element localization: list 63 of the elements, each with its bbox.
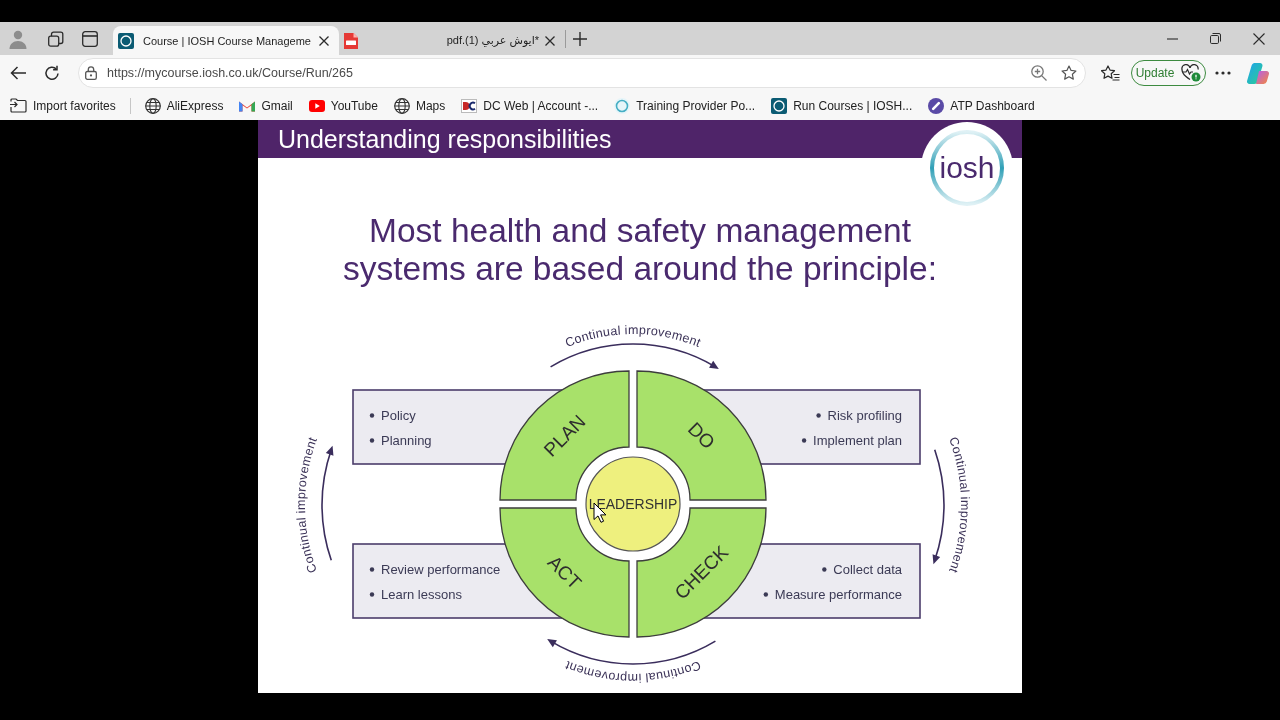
- restore-icon[interactable]: [1210, 33, 1221, 44]
- close-icon[interactable]: [545, 35, 555, 46]
- ring-icon: [614, 97, 631, 114]
- centre-label: LEADERSHIP: [588, 496, 678, 512]
- disc-icon: [928, 97, 945, 114]
- close-icon[interactable]: [319, 35, 329, 46]
- slide-title: Understanding responsibilities: [278, 124, 612, 154]
- bookmark-link[interactable]: YouTube: [300, 93, 386, 118]
- new-tab-icon[interactable]: [573, 31, 587, 46]
- stage-item: Risk profiling: [827, 408, 902, 423]
- heart-pulse-icon: [1181, 64, 1202, 82]
- more-icon[interactable]: [1215, 71, 1231, 75]
- favorites-icon[interactable]: [1100, 65, 1120, 81]
- bookmark-link[interactable]: Maps: [385, 93, 454, 118]
- badge-icon: [461, 98, 478, 113]
- stage-item: Implement plan: [813, 433, 902, 448]
- bullet-icon: [369, 567, 375, 572]
- bullet-icon: [369, 413, 375, 418]
- stage-item: Measure performance: [774, 587, 902, 602]
- bookmark-link[interactable]: Gmail: [231, 93, 301, 118]
- bullet-icon: [763, 592, 769, 597]
- browser-tab[interactable]: Course | IOSH Course Manageme: [113, 26, 339, 55]
- stage-label: DO: [683, 418, 719, 454]
- stage-item: Planning: [381, 433, 432, 448]
- bookmark-link[interactable]: Training Provider Po...: [606, 93, 764, 118]
- zoom-in-icon[interactable]: [1031, 65, 1047, 81]
- bullet-icon: [801, 438, 807, 443]
- bullet-icon: [822, 567, 827, 572]
- bookmark-link[interactable]: Run Courses | IOSH...: [763, 93, 921, 118]
- bullet-icon: [816, 413, 821, 418]
- minimize-icon[interactable]: [1167, 37, 1178, 40]
- star-icon[interactable]: [1061, 65, 1077, 81]
- address-bar[interactable]: https://mycourse.iosh.co.uk/Course/Run/265: [78, 58, 1086, 88]
- workspaces-icon[interactable]: [48, 30, 64, 47]
- ring-tile-icon: [118, 32, 134, 49]
- stage-item: Learn lessons: [381, 587, 462, 602]
- bookmark-link[interactable]: AliExpress: [136, 93, 232, 118]
- stage-item: Policy: [381, 408, 416, 423]
- bookmark-link[interactable]: Import favorites: [2, 93, 124, 118]
- browser-tab[interactable]: *ايوش عربي (1).pdf: [339, 26, 565, 55]
- bullet-icon: [369, 438, 375, 443]
- stage-item: Review performance: [381, 562, 501, 577]
- folder-arrow-icon: [10, 98, 27, 113]
- refresh-icon[interactable]: [44, 65, 60, 81]
- globe-icon: [144, 97, 161, 114]
- mail-icon: [239, 99, 256, 112]
- document-icon: [344, 32, 358, 49]
- bookmark-link[interactable]: DC Web | Account -...: [453, 93, 607, 118]
- app-icon[interactable]: [1247, 62, 1269, 84]
- bookmark-link[interactable]: ATP Dashboard: [920, 93, 1043, 118]
- stage-item: Collect data: [833, 562, 902, 577]
- update-button[interactable]: Update: [1131, 60, 1206, 86]
- ring-tile-icon: [771, 97, 788, 114]
- play-icon: [308, 99, 325, 112]
- slide-heading: Most health and safety management systems are based around the principle:: [342, 212, 938, 288]
- back-icon[interactable]: [10, 66, 26, 80]
- lock-icon[interactable]: [85, 66, 97, 80]
- close-icon[interactable]: [1252, 32, 1265, 45]
- window-icon[interactable]: [82, 30, 98, 47]
- globe-icon: [393, 97, 410, 114]
- stage-label: ACT: [543, 551, 586, 594]
- bullet-icon: [369, 592, 375, 597]
- url-text: https://mycourse.iosh.co.uk/Course/Run/265: [107, 66, 354, 80]
